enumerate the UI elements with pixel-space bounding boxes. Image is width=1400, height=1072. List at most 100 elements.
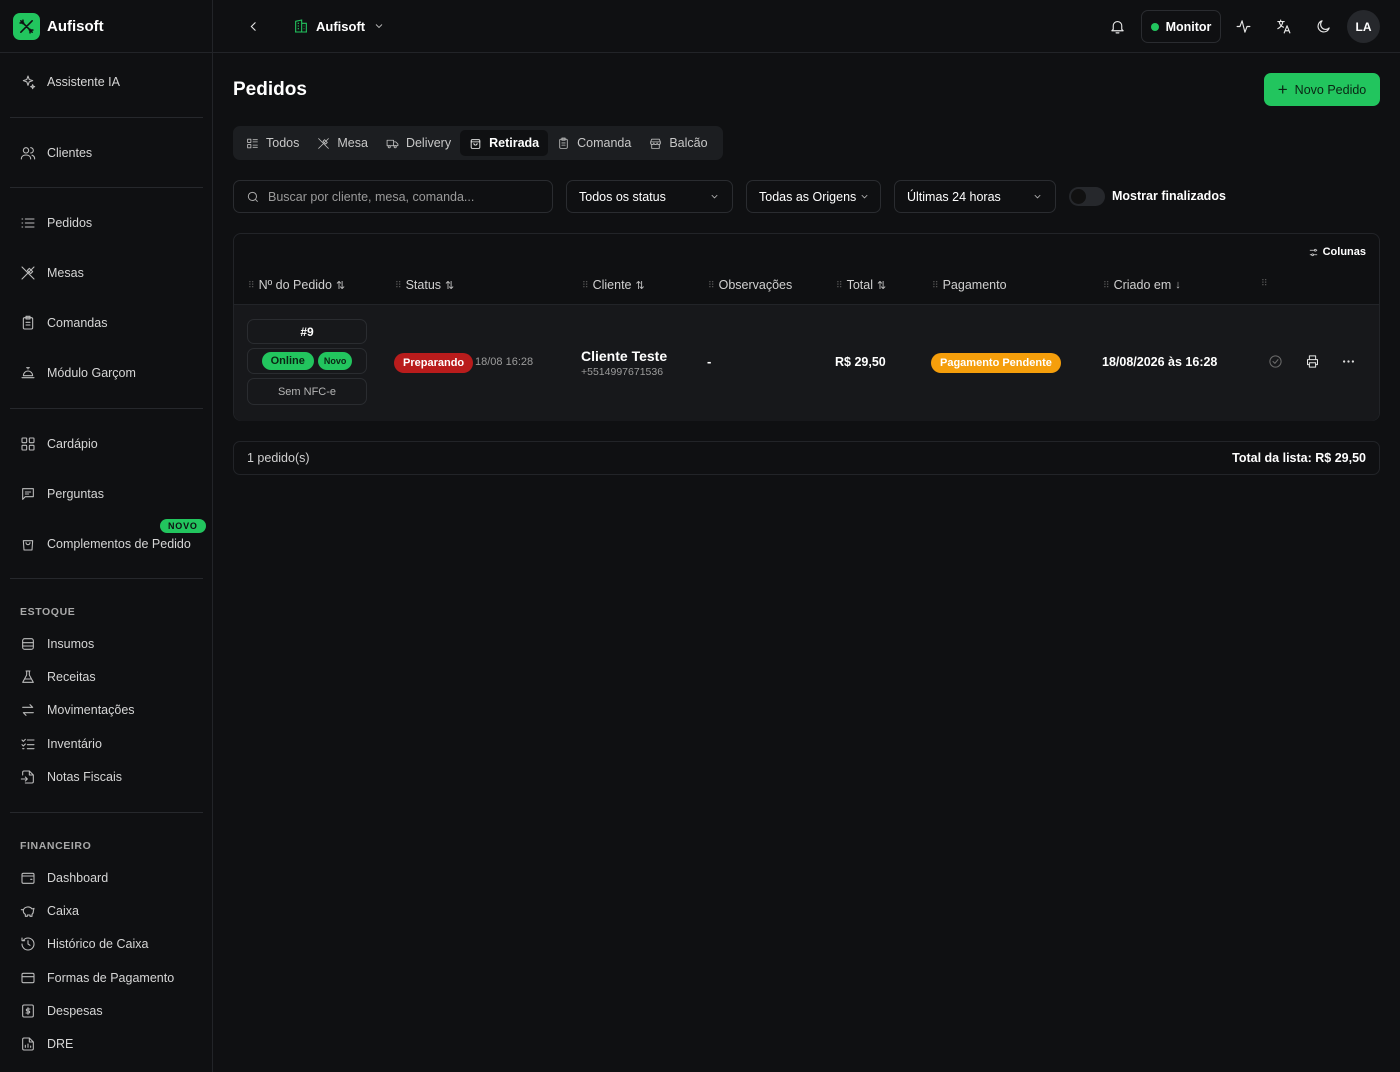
status-filter-select[interactable]: Todos os status bbox=[566, 180, 733, 213]
sort-icon[interactable]: ⇅ bbox=[877, 279, 886, 292]
tab-mesa[interactable]: Mesa bbox=[308, 130, 377, 156]
sidebar-item-label: Inventário bbox=[47, 737, 102, 751]
sidebar-item-label: Movimentações bbox=[47, 703, 135, 717]
column-header-payment[interactable]: ⠿ Pagamento bbox=[932, 278, 1007, 292]
moon-icon bbox=[1317, 19, 1330, 32]
sort-icon[interactable]: ⇅ bbox=[445, 279, 454, 292]
tab-delivery[interactable]: Delivery bbox=[377, 130, 460, 156]
column-header-actions[interactable]: ⠿ bbox=[1261, 278, 1272, 289]
client-name: Cliente Teste bbox=[581, 348, 668, 364]
sidebar-item-dre[interactable]: DRE bbox=[20, 1032, 73, 1056]
drag-handle-icon[interactable]: ⠿ bbox=[932, 280, 939, 291]
language-button[interactable] bbox=[1270, 13, 1296, 39]
sidebar-item-complementos[interactable]: Complementos de Pedido bbox=[20, 532, 191, 556]
avatar[interactable]: LA bbox=[1347, 10, 1380, 43]
sidebar-item-label: Clientes bbox=[47, 146, 93, 160]
utensils-icon bbox=[318, 137, 330, 149]
back-button[interactable] bbox=[241, 14, 265, 38]
column-header-observations[interactable]: ⠿ Observações bbox=[708, 278, 792, 292]
sort-icon[interactable]: ⇅ bbox=[336, 279, 345, 292]
order-tags: Online Novo bbox=[247, 348, 367, 374]
section-title-financeiro: FINANCEIRO bbox=[20, 840, 92, 852]
column-header-total[interactable]: ⠿ Total ⇅ bbox=[836, 278, 886, 292]
sidebar-item-notas-fiscais[interactable]: Notas Fiscais bbox=[20, 765, 122, 789]
sidebar-item-insumos[interactable]: Insumos bbox=[20, 632, 94, 656]
sidebar-item-comandas[interactable]: Comandas bbox=[20, 311, 107, 335]
sidebar-item-despesas[interactable]: Despesas bbox=[20, 999, 103, 1023]
sidebar-item-caixa[interactable]: Caixa bbox=[20, 899, 79, 923]
column-header-client[interactable]: ⠿ Cliente ⇅ bbox=[582, 278, 645, 292]
tab-retirada[interactable]: Retirada bbox=[460, 130, 549, 156]
sidebar-item-movimentacoes[interactable]: Movimentações bbox=[20, 698, 135, 722]
complete-order-button[interactable] bbox=[1268, 354, 1284, 370]
monitor-label: Monitor bbox=[1165, 19, 1212, 34]
drag-handle-icon[interactable]: ⠿ bbox=[248, 280, 255, 291]
tab-todos[interactable]: Todos bbox=[237, 130, 308, 156]
sidebar-item-formas-pagamento[interactable]: Formas de Pagamento bbox=[20, 966, 174, 990]
checklist-icon bbox=[21, 738, 35, 750]
sidebar-divider bbox=[10, 578, 203, 579]
sidebar-item-inventario[interactable]: Inventário bbox=[20, 732, 102, 756]
chevron-down-icon bbox=[1034, 194, 1041, 199]
column-header-created[interactable]: ⠿ Criado em ↓ bbox=[1103, 278, 1181, 292]
users-icon bbox=[20, 147, 36, 160]
observations: - bbox=[707, 354, 712, 369]
drag-handle-icon[interactable]: ⠿ bbox=[395, 280, 402, 291]
drag-handle-icon[interactable]: ⠿ bbox=[582, 280, 589, 291]
origin-filter-value: Todas as Origens bbox=[759, 189, 857, 204]
brand[interactable]: Aufisoft bbox=[0, 0, 212, 53]
new-order-button[interactable]: + Novo Pedido bbox=[1264, 73, 1380, 106]
sidebar-item-modulo-garcom[interactable]: Módulo Garçom bbox=[20, 361, 136, 385]
sort-icon[interactable]: ⇅ bbox=[636, 279, 645, 292]
nfce-status[interactable]: Sem NFC-e bbox=[247, 378, 367, 405]
order-type-tabs: Todos Mesa Delivery Retirada Comanda Bal… bbox=[233, 126, 723, 160]
tab-comanda[interactable]: Comanda bbox=[548, 130, 640, 156]
payment-badge[interactable]: Pagamento Pendente bbox=[931, 353, 1061, 373]
chevron-left-icon bbox=[250, 21, 256, 31]
notifications-button[interactable] bbox=[1104, 13, 1130, 39]
period-filter-select[interactable]: Últimas 24 horas bbox=[894, 180, 1056, 213]
drag-handle-icon[interactable]: ⠿ bbox=[836, 280, 843, 291]
origin-filter-select[interactable]: Todas as Origens bbox=[746, 180, 881, 213]
sidebar-item-dashboard[interactable]: Dashboard bbox=[20, 866, 108, 890]
sidebar-item-receitas[interactable]: Receitas bbox=[20, 665, 96, 689]
sidebar-item-label: Formas de Pagamento bbox=[47, 971, 175, 985]
drag-handle-icon[interactable]: ⠿ bbox=[1261, 278, 1268, 289]
sidebar-item-assistente-ia[interactable]: Assistente IA bbox=[20, 70, 120, 94]
sidebar-item-clientes[interactable]: Clientes bbox=[20, 141, 92, 165]
sidebar-item-pedidos[interactable]: Pedidos bbox=[20, 211, 92, 235]
theme-toggle-button[interactable] bbox=[1310, 13, 1336, 39]
column-header-label: Status bbox=[405, 278, 442, 292]
sidebar-item-perguntas[interactable]: Perguntas bbox=[20, 482, 104, 506]
sidebar-item-label: Caixa bbox=[47, 904, 79, 918]
org-selector[interactable]: Aufisoft bbox=[293, 14, 385, 38]
monitor-button[interactable]: Monitor bbox=[1141, 10, 1221, 43]
sidebar-divider bbox=[10, 812, 203, 813]
tab-balcao[interactable]: Balcão bbox=[640, 130, 716, 156]
sidebar-divider bbox=[10, 187, 203, 188]
show-finished-toggle[interactable] bbox=[1069, 187, 1105, 206]
sidebar-item-mesas[interactable]: Mesas bbox=[20, 261, 84, 285]
columns-label: Colunas bbox=[1322, 246, 1366, 258]
orders-table: Colunas ⠿ Nº do Pedido ⇅ ⠿ Status ⇅ ⠿ Cl… bbox=[233, 233, 1380, 421]
check-circle-icon bbox=[1269, 355, 1282, 368]
sidebar-item-historico-caixa[interactable]: Histórico de Caixa bbox=[20, 932, 148, 956]
order-number: #9 bbox=[247, 319, 367, 344]
sidebar: Aufisoft Assistente IA Clientes Pedidos … bbox=[0, 0, 213, 1072]
column-header-order-no[interactable]: ⠿ Nº do Pedido ⇅ bbox=[248, 278, 345, 292]
column-header-status[interactable]: ⠿ Status ⇅ bbox=[395, 278, 454, 292]
drag-handle-icon[interactable]: ⠿ bbox=[1103, 280, 1110, 291]
more-actions-button[interactable] bbox=[1341, 354, 1357, 370]
status-badge[interactable]: Preparando bbox=[394, 353, 474, 373]
print-button[interactable] bbox=[1305, 354, 1321, 370]
activity-button[interactable] bbox=[1230, 13, 1256, 39]
status-time: 18/08 16:28 bbox=[475, 356, 534, 368]
drag-handle-icon[interactable]: ⠿ bbox=[708, 280, 715, 291]
sidebar-item-cardapio[interactable]: Cardápio bbox=[20, 432, 98, 456]
new-tag: Novo bbox=[317, 352, 353, 370]
sort-desc-icon[interactable]: ↓ bbox=[1175, 279, 1181, 291]
page-title: Pedidos bbox=[233, 79, 307, 100]
columns-button[interactable]: Colunas bbox=[1308, 246, 1366, 258]
search-input[interactable]: Buscar por cliente, mesa, comanda... bbox=[233, 180, 553, 213]
clipboard-icon bbox=[559, 137, 568, 149]
